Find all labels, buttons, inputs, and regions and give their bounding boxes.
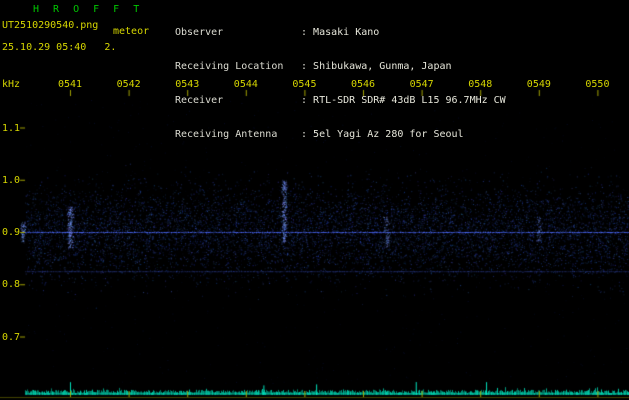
info-value: Shibukawa, Gunma, Japan: [313, 61, 452, 72]
x-tick-label: 0543: [175, 79, 200, 90]
datetime: 25.10.29 05:40 2.: [2, 42, 117, 53]
filename: UT2510290540.png: [2, 20, 99, 31]
info-label: Receiver: [175, 95, 224, 106]
y-tick-label: 1.0: [2, 174, 21, 186]
station-name: meteor: [113, 26, 150, 37]
x-tick-label: 0548: [468, 79, 493, 90]
y-tick-label: 0.7: [2, 331, 21, 343]
y-axis-unit-label: kHz: [2, 79, 21, 90]
info-separator: :: [301, 129, 314, 140]
info-row-location: Receiving Location: Shibukawa, Gunma, Ja…: [175, 61, 506, 73]
x-tick-label: 0545: [292, 79, 317, 90]
info-label: Observer: [175, 27, 224, 38]
info-separator: :: [301, 95, 314, 106]
station-info-block: Observer: Masaki Kano Receiving Location…: [175, 5, 506, 163]
info-separator: :: [301, 27, 314, 38]
app-title: H R O F F T: [33, 4, 144, 15]
y-tick-label: 1.1: [2, 122, 21, 134]
info-row-antenna: Receiving Antenna: 5el Yagi Az 280 for S…: [175, 129, 506, 141]
x-tick-label: 0544: [233, 79, 258, 90]
info-row-receiver: Receiver: RTL-SDR SDR# 43dB L15 96.7MHz …: [175, 95, 506, 107]
info-label: Receiving Antenna: [175, 129, 278, 140]
x-tick-label: 0549: [526, 79, 551, 90]
y-tick-label: 0.8: [2, 279, 21, 291]
x-tick-label: 0546: [351, 79, 376, 90]
info-separator: :: [301, 61, 314, 72]
hrofft-output-image: H R O F F T UT2510290540.png meteor 25.1…: [0, 0, 629, 400]
y-tick-label: 0.9: [2, 227, 21, 238]
info-value: Masaki Kano: [313, 27, 380, 38]
info-label: Receiving Location: [175, 61, 284, 72]
x-tick-label: 0542: [116, 79, 141, 90]
x-tick-label: 0550: [585, 79, 610, 90]
info-row-observer: Observer: Masaki Kano: [175, 27, 506, 39]
info-value: 5el Yagi Az 280 for Seoul: [313, 129, 464, 140]
info-value: RTL-SDR SDR# 43dB L15 96.7MHz CW: [313, 95, 506, 106]
x-tick-label: 0541: [58, 79, 83, 90]
x-tick-label: 0547: [409, 79, 434, 90]
